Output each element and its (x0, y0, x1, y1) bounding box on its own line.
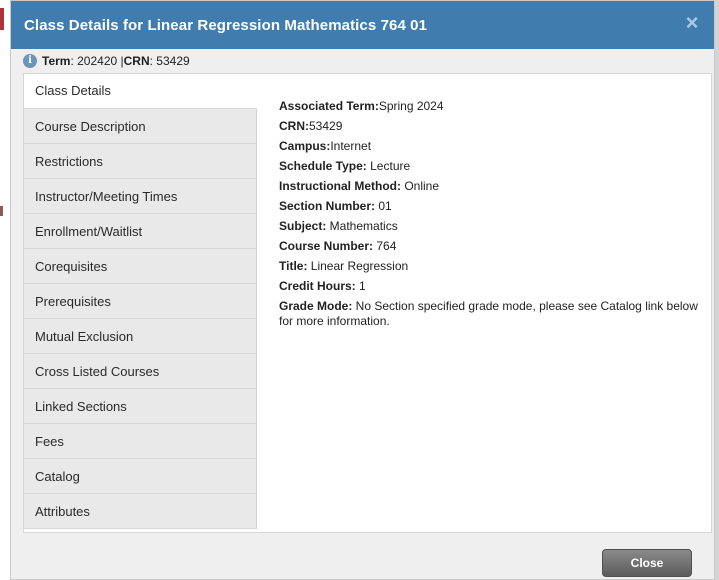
detail-label: Schedule Type: (279, 159, 367, 173)
term-label: Term (42, 54, 71, 68)
tab-instructor-meeting-times[interactable]: Instructor/Meeting Times (24, 179, 257, 214)
detail-label: CRN: (279, 119, 309, 133)
tab-prerequisites[interactable]: Prerequisites (24, 284, 257, 319)
detail-label: Campus: (279, 139, 331, 153)
tab-mutual-exclusion[interactable]: Mutual Exclusion (24, 319, 257, 354)
detail-subject: Subject: Mathematics (279, 216, 699, 236)
detail-label: Grade Mode: (279, 299, 353, 313)
crn-value: : 53429 (149, 54, 190, 68)
detail-value: 01 (375, 199, 392, 213)
detail-label: Section Number: (279, 199, 376, 213)
tab-enrollment-waitlist[interactable]: Enrollment/Waitlist (24, 214, 257, 249)
tab-catalog[interactable]: Catalog (24, 459, 257, 494)
close-icon[interactable]: × (682, 12, 702, 34)
dialog-title: Class Details for Linear Regression Math… (24, 17, 428, 34)
detail-value: Mathematics (326, 219, 398, 233)
detail-crn: CRN:53429 (279, 116, 699, 136)
detail-value: 1 (355, 279, 366, 293)
term-info: i Term : 202420 | CRN : 53429 (23, 53, 190, 69)
info-icon: i (23, 54, 37, 68)
details-tab-list: Class Details Course Description Restric… (24, 74, 257, 532)
detail-instructional-method: Instructional Method: Online (279, 176, 699, 196)
tab-fees[interactable]: Fees (24, 424, 257, 459)
class-details-dialog: Class Details for Linear Regression Math… (10, 0, 715, 580)
term-value: : 202420 | (70, 54, 124, 68)
details-panel: Class Details Course Description Restric… (23, 73, 712, 533)
detail-label: Instructional Method: (279, 179, 401, 193)
detail-value: 53429 (309, 119, 343, 133)
tab-course-description[interactable]: Course Description (24, 109, 257, 144)
background-page-edge (0, 0, 10, 580)
detail-section-number: Section Number: 01 (279, 196, 699, 216)
detail-value: 764 (373, 239, 397, 253)
tab-restrictions[interactable]: Restrictions (24, 144, 257, 179)
detail-label: Title: (279, 259, 308, 273)
dialog-titlebar[interactable]: Class Details for Linear Regression Math… (11, 1, 714, 49)
crn-label: CRN (123, 54, 150, 68)
tab-attributes[interactable]: Attributes (24, 494, 257, 529)
background-page-accent (0, 206, 3, 216)
detail-campus: Campus:Internet (279, 136, 699, 156)
detail-value: Internet (330, 139, 372, 153)
detail-course-number: Course Number: 764 (279, 236, 699, 256)
class-details-content: Associated Term:Spring 2024 CRN:53429 Ca… (279, 96, 699, 329)
detail-value: Linear Regression (307, 259, 409, 273)
detail-schedule-type: Schedule Type: Lecture (279, 156, 699, 176)
tab-cross-listed-courses[interactable]: Cross Listed Courses (24, 354, 257, 389)
detail-grade-mode: Grade Mode: No Section specified grade m… (279, 299, 699, 329)
detail-credit-hours: Credit Hours: 1 (279, 276, 699, 296)
detail-value: Spring 2024 (378, 99, 444, 113)
detail-label: Associated Term: (279, 99, 379, 113)
detail-label: Subject: (279, 219, 327, 233)
detail-label: Course Number: (279, 239, 374, 253)
tab-linked-sections[interactable]: Linked Sections (24, 389, 257, 424)
background-page-edge (715, 0, 719, 580)
background-page-accent (0, 8, 4, 30)
detail-title: Title: Linear Regression (279, 256, 699, 276)
detail-label: Credit Hours: (279, 279, 356, 293)
close-button[interactable]: Close (602, 549, 692, 577)
detail-value: Lecture (366, 159, 411, 173)
tab-class-details[interactable]: Class Details (24, 74, 257, 109)
detail-value: Online (401, 179, 440, 193)
tab-corequisites[interactable]: Corequisites (24, 249, 257, 284)
detail-associated-term: Associated Term:Spring 2024 (279, 96, 699, 116)
